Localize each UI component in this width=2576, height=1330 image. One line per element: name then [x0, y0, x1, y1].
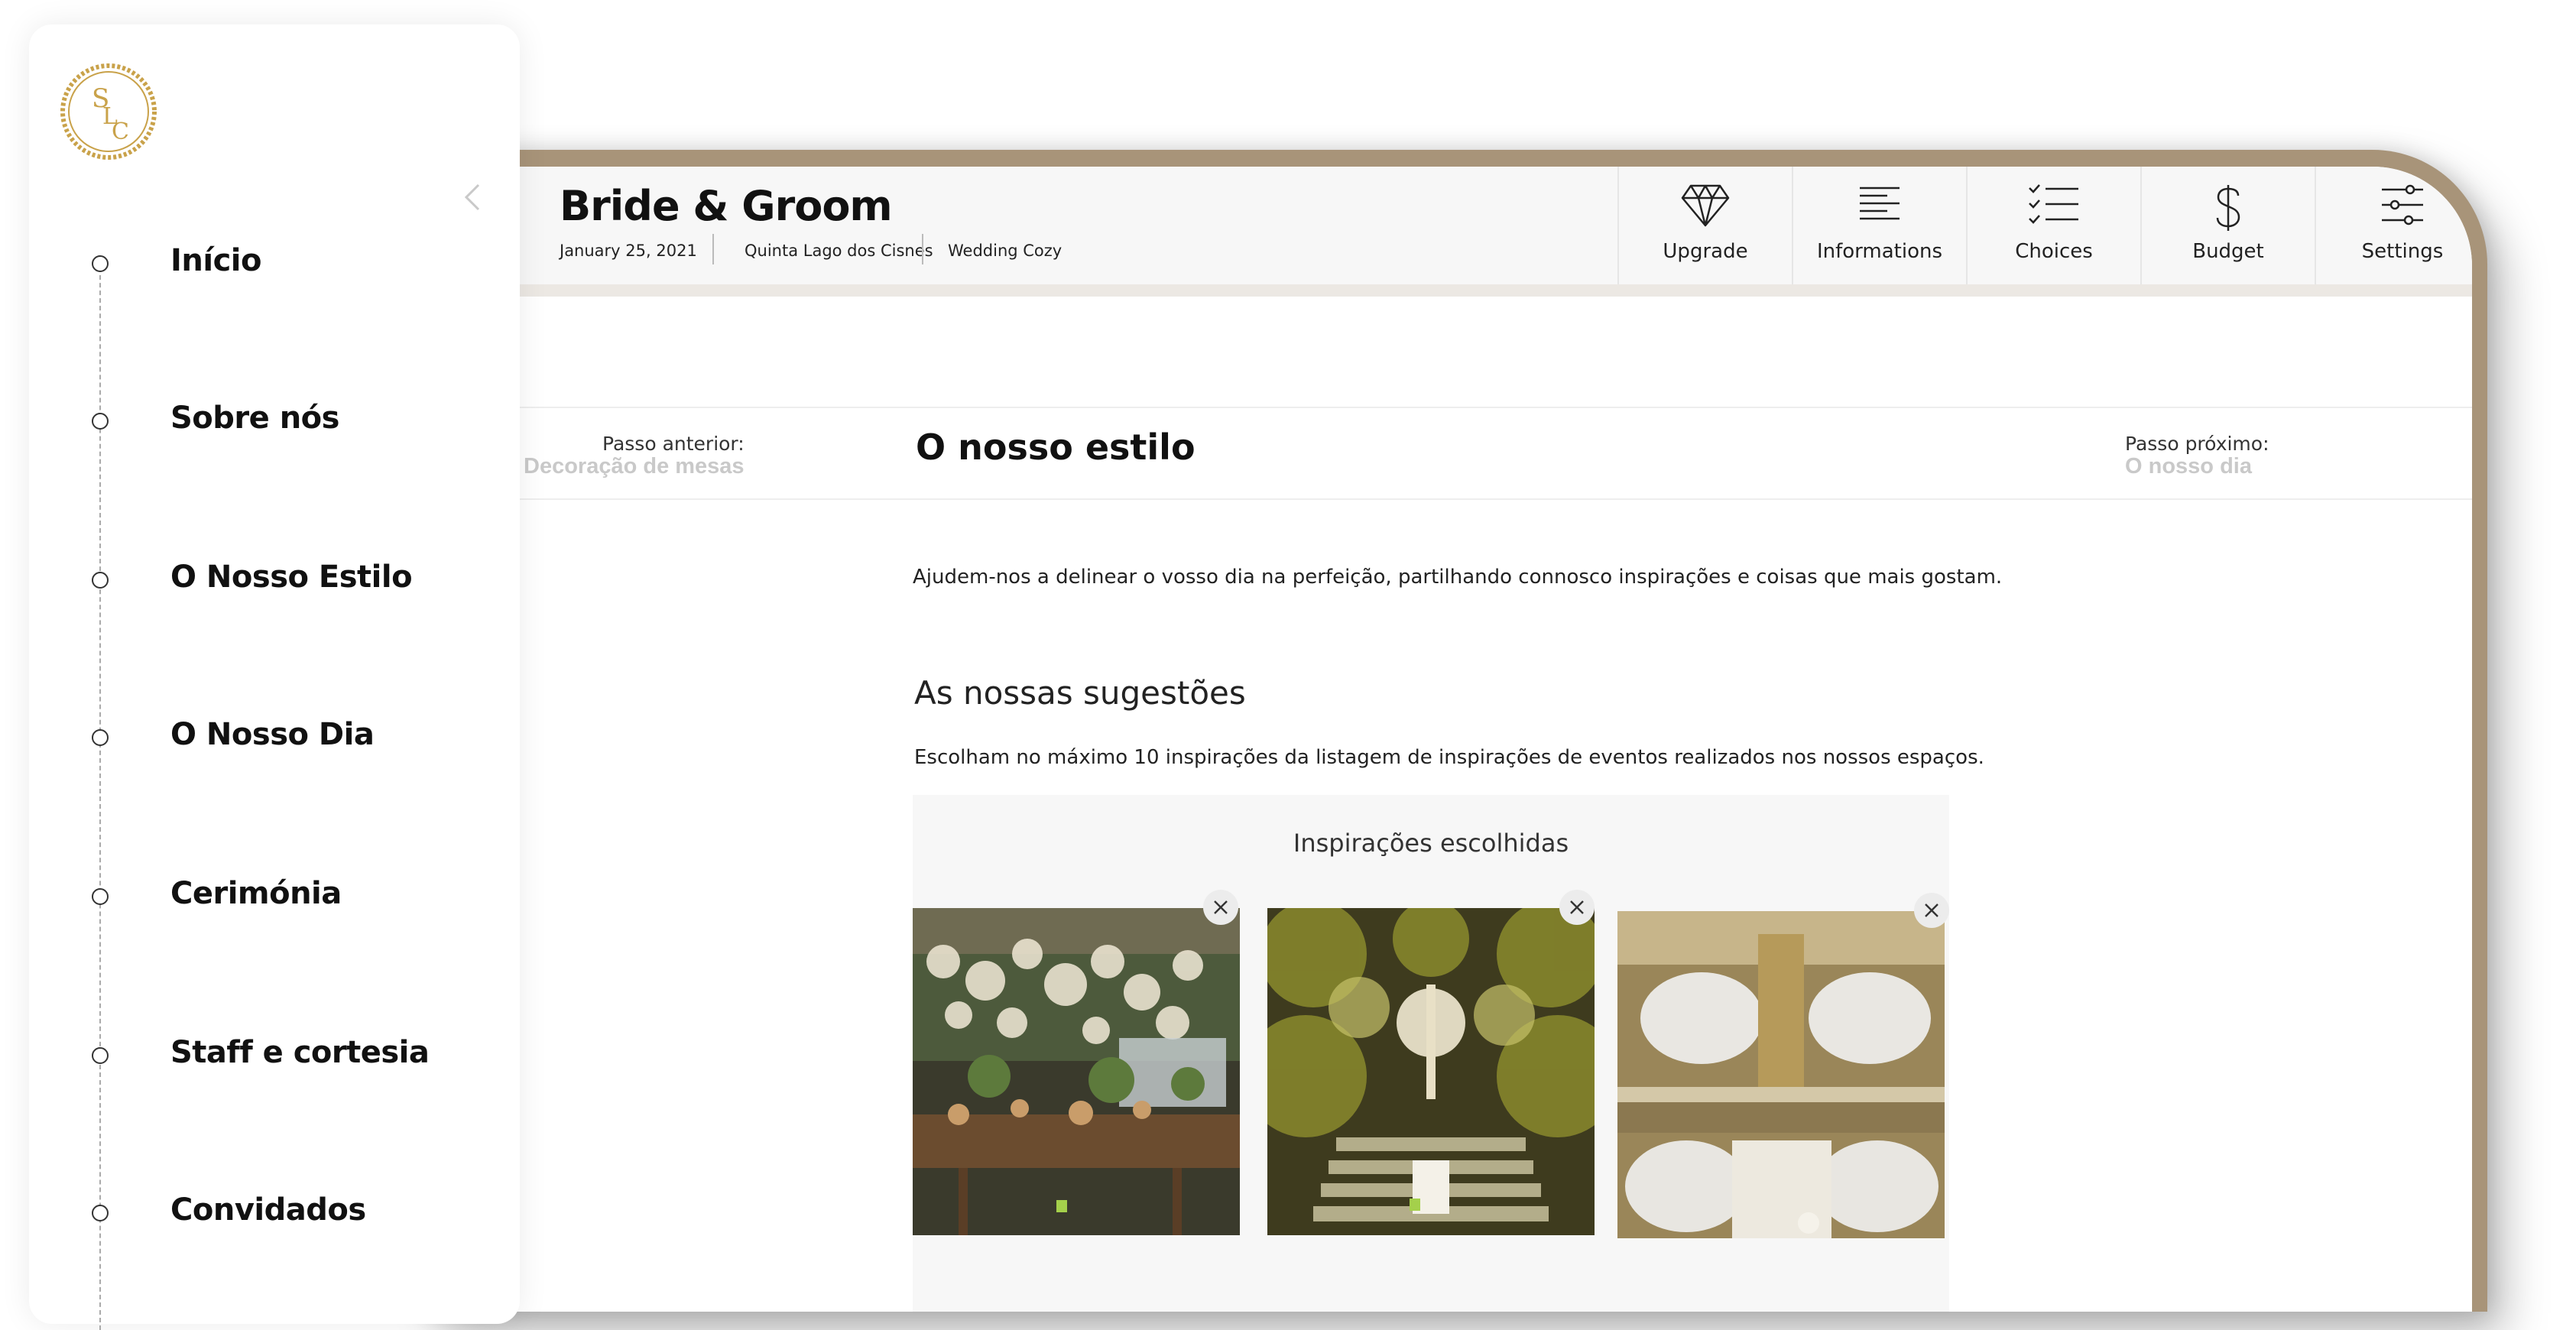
diamond-icon: [1681, 184, 1730, 227]
collapse-sidebar-button[interactable]: [462, 182, 483, 216]
nav-informations-button[interactable]: Informations: [1792, 167, 1966, 284]
sidebar-item-label: O Nosso Estilo: [170, 560, 413, 595]
chosen-inspirations-title: Inspirações escolhidas: [1293, 829, 1569, 858]
suggestions-heading: As nossas sugestões: [914, 674, 1246, 712]
event-date: January 25, 2021: [560, 242, 697, 260]
prev-step-label: Passo anterior:: [602, 433, 745, 455]
sidebar-item-inicio[interactable]: Início: [29, 242, 520, 287]
sidebar-item-label: Cerimónia: [170, 876, 342, 911]
sidebar-item-sobre-nos[interactable]: Sobre nós: [29, 399, 520, 445]
sidebar-item-convidados[interactable]: Convidados: [29, 1191, 520, 1237]
dollar-icon: [2216, 185, 2240, 231]
inspiration-photo-lanterns[interactable]: [913, 908, 1240, 1235]
next-step-link[interactable]: O nosso dia: [2125, 454, 2252, 479]
sidebar-item-staff-e-cortesia[interactable]: Staff e cortesia: [29, 1033, 520, 1079]
event-package: Wedding Cozy: [948, 242, 1063, 260]
timeline-dot: [92, 572, 109, 589]
nav-budget-label: Budget: [2192, 240, 2264, 263]
sidebar-item-o-nosso-dia[interactable]: O Nosso Dia: [29, 715, 520, 761]
divider: [712, 234, 714, 264]
header-progress-strip: [443, 284, 2472, 297]
text-lines-icon: [1860, 187, 1900, 220]
nav-upgrade-label: Upgrade: [1663, 240, 1748, 263]
svg-text:C: C: [112, 118, 129, 145]
sidebar-item-label: Início: [170, 243, 261, 278]
step-navigation: Passo anterior: Decoração de mesas O nos…: [443, 407, 2472, 500]
sidebar-item-o-nosso-estilo[interactable]: O Nosso Estilo: [29, 558, 520, 604]
nav-settings-label: Settings: [2361, 240, 2444, 263]
event-venue: Quinta Lago dos Cisnes: [745, 242, 933, 260]
sidebar-item-cerimonia[interactable]: Cerimónia: [29, 874, 520, 920]
chosen-inspirations-panel: Inspirações escolhidas: [913, 795, 1949, 1312]
app-screen: Bride & Groom January 25, 2021 Quinta La…: [443, 167, 2472, 1312]
sidebar-item-label: Staff e cortesia: [170, 1035, 430, 1070]
close-icon: [1925, 903, 1938, 917]
remove-inspiration-2-button[interactable]: [1559, 890, 1595, 925]
timeline-dot: [92, 413, 109, 430]
timeline-dot: [92, 1047, 109, 1064]
timeline-dot: [92, 255, 109, 272]
intro-text: Ajudem-nos a delinear o vosso dia na per…: [913, 566, 2003, 589]
sidebar: S L C Início Sobre nós O Nosso Estilo O …: [29, 24, 520, 1330]
sidebar-item-label: Sobre nós: [170, 401, 339, 436]
nav-upgrade-button[interactable]: Upgrade: [1617, 167, 1792, 284]
venue-logo: S L C: [60, 63, 157, 161]
nav-budget-button[interactable]: Budget: [2140, 167, 2315, 284]
chevron-left-icon: [464, 183, 480, 211]
sidebar-item-label: Convidados: [170, 1192, 366, 1228]
sidebar-item-label: O Nosso Dia: [170, 717, 375, 752]
inspiration-photo-cake[interactable]: [1617, 911, 1945, 1238]
remove-inspiration-3-button[interactable]: [1914, 893, 1949, 928]
remove-inspiration-1-button[interactable]: [1203, 890, 1238, 925]
timeline-dot: [92, 1205, 109, 1221]
divider: [922, 234, 923, 264]
close-icon: [1570, 900, 1584, 914]
suggestions-description: Escolham no máximo 10 inspirações da lis…: [914, 746, 1984, 769]
inspiration-photo-staircase[interactable]: [1267, 908, 1595, 1235]
top-header: Bride & Groom January 25, 2021 Quinta La…: [443, 167, 2472, 284]
prev-step-link[interactable]: Decoração de mesas: [524, 454, 745, 479]
device-frame: Bride & Groom January 25, 2021 Quinta La…: [428, 150, 2487, 1312]
couple-title: Bride & Groom: [560, 182, 893, 230]
timeline-dot: [92, 729, 109, 746]
close-icon: [1214, 900, 1228, 914]
checklist-icon: [2029, 184, 2078, 224]
step-title: O nosso estilo: [916, 427, 1196, 468]
sliders-icon: [2382, 184, 2423, 225]
nav-informations-label: Informations: [1816, 240, 1943, 263]
nav-settings-button[interactable]: Settings: [2315, 167, 2472, 284]
nav-choices-label: Choices: [2015, 240, 2093, 263]
timeline-dot: [92, 888, 109, 905]
nav-choices-button[interactable]: Choices: [1966, 167, 2140, 284]
next-step-label: Passo próximo:: [2125, 433, 2269, 455]
